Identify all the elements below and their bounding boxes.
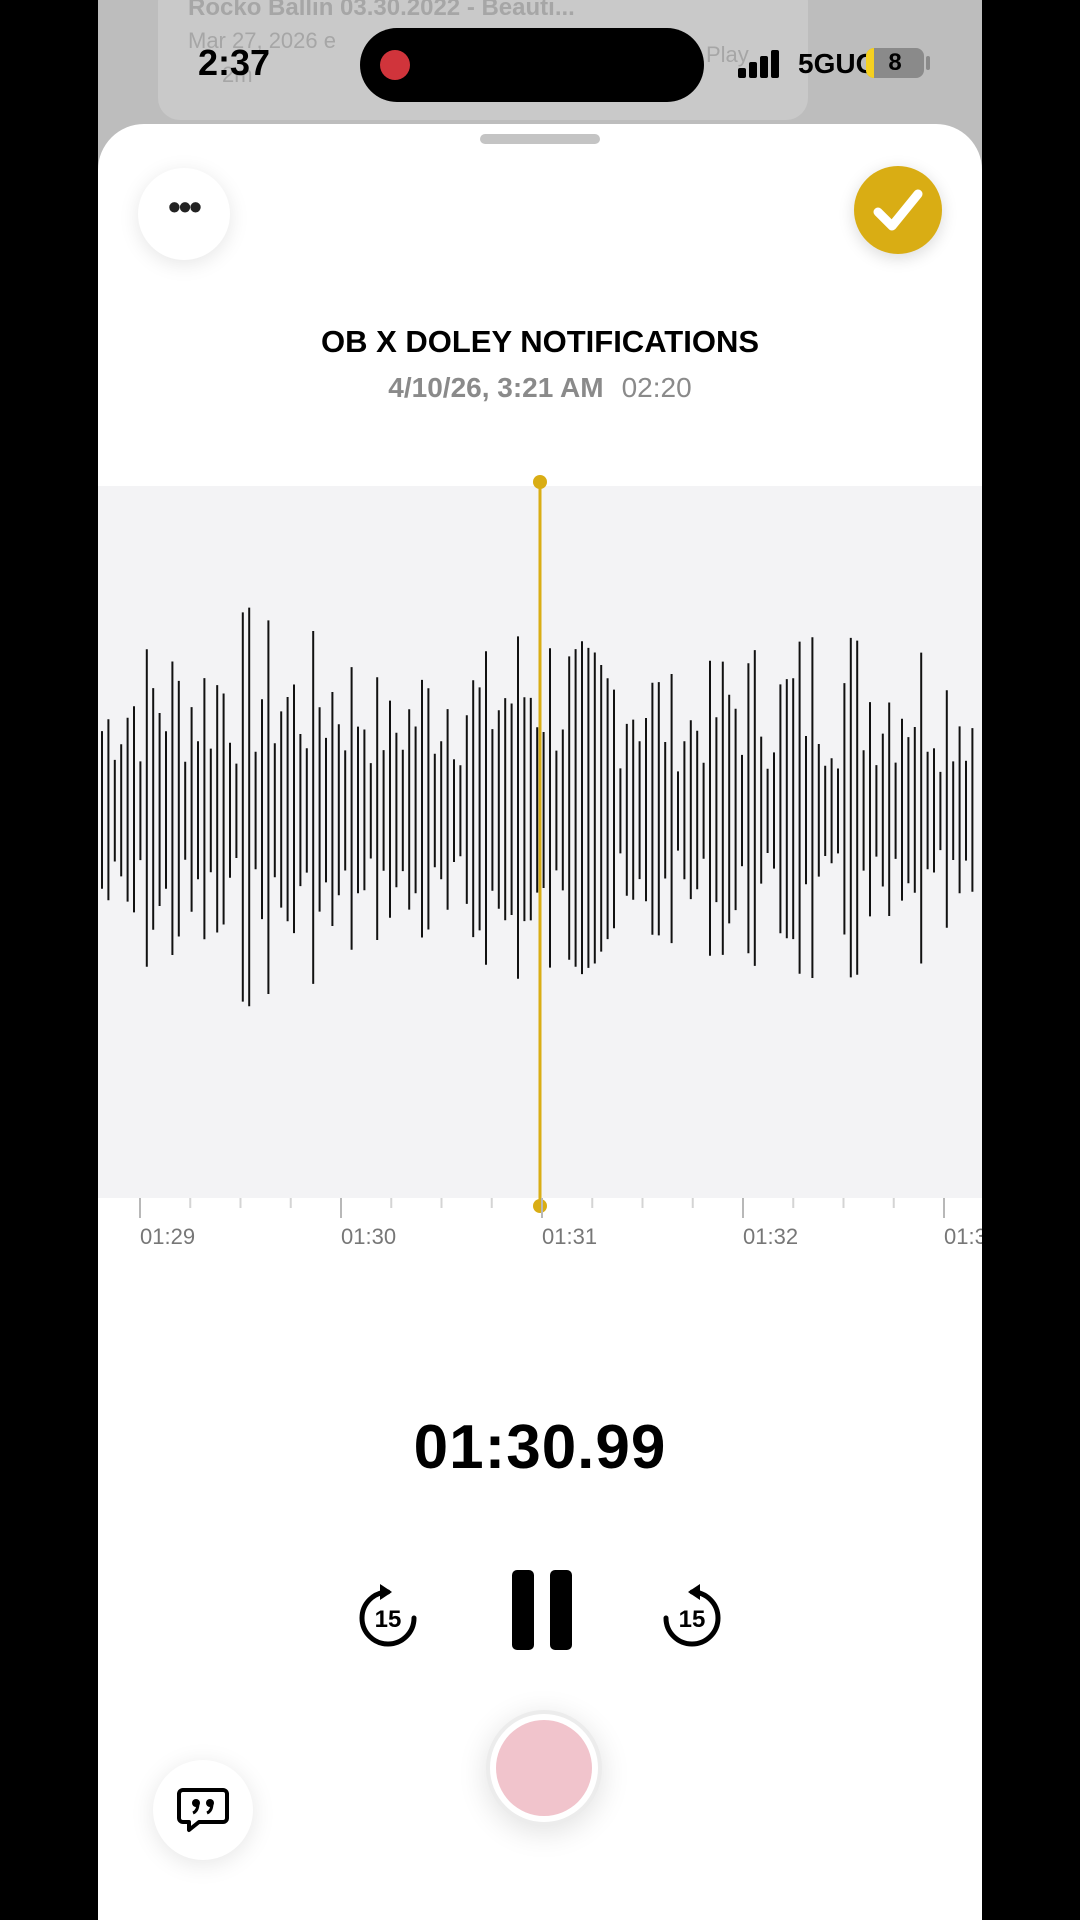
sheet-grabber[interactable] — [480, 134, 600, 144]
done-button[interactable] — [854, 166, 942, 254]
skip-forward-15-icon: 15 — [663, 1584, 721, 1647]
status-time: 2:37 — [198, 42, 271, 83]
timeline-label: 01:32 — [743, 1224, 799, 1249]
playhead[interactable] — [98, 464, 982, 1216]
transcript-quote-bubble-icon — [177, 1788, 229, 1832]
signal-strength-icon — [738, 48, 782, 78]
skip-back-15-icon: 15 — [359, 1584, 417, 1647]
skip-back-label: 15 — [375, 1606, 402, 1633]
recording-title[interactable]: OB X DOLEY NOTIFICATIONS — [98, 324, 982, 360]
transcript-button[interactable] — [153, 1760, 253, 1860]
record-button[interactable] — [486, 1710, 602, 1826]
battery-cap — [926, 56, 930, 70]
timeline-label: 01:30 — [341, 1224, 397, 1249]
recording-indicator-icon — [380, 50, 410, 80]
recording-sheet: ••• OB X DOLEY NOTIFICATIONS 4/10/26, 3:… — [98, 124, 982, 1920]
record-dot-icon — [496, 1720, 592, 1816]
phone-screen: Rocko Ballin 03.30.2022 - Beauti... Mar … — [98, 0, 982, 1920]
recording-date: 4/10/26, 3:21 AM — [388, 372, 604, 403]
skip-back-button[interactable]: 15 — [354, 1580, 422, 1655]
pause-icon — [512, 1570, 572, 1650]
battery-percent: 8 — [888, 49, 902, 76]
background-recording-title: Rocko Ballin 03.30.2022 - Beauti... — [188, 0, 575, 21]
timeline-label: 01:31 — [542, 1224, 598, 1249]
recording-meta: 4/10/26, 3:21 AM 02:20 — [98, 372, 982, 404]
dynamic-island — [360, 28, 704, 102]
skip-forward-button[interactable]: 15 — [658, 1580, 726, 1655]
pause-button[interactable] — [510, 1570, 574, 1655]
battery-icon: 8 — [866, 48, 924, 78]
network-type: 5GUC — [798, 48, 876, 79]
timeline-ticks — [139, 1198, 945, 1218]
timeline-label: 01:3 — [944, 1224, 982, 1249]
checkmark-icon — [873, 189, 923, 231]
timeline-label: 01:29 — [140, 1224, 196, 1249]
more-options-button[interactable]: ••• — [138, 168, 230, 260]
skip-forward-label: 15 — [679, 1606, 706, 1633]
current-playback-time: 01:30.99 — [413, 1413, 667, 1482]
recording-duration: 02:20 — [621, 372, 692, 403]
ellipsis-icon: ••• — [168, 186, 202, 227]
